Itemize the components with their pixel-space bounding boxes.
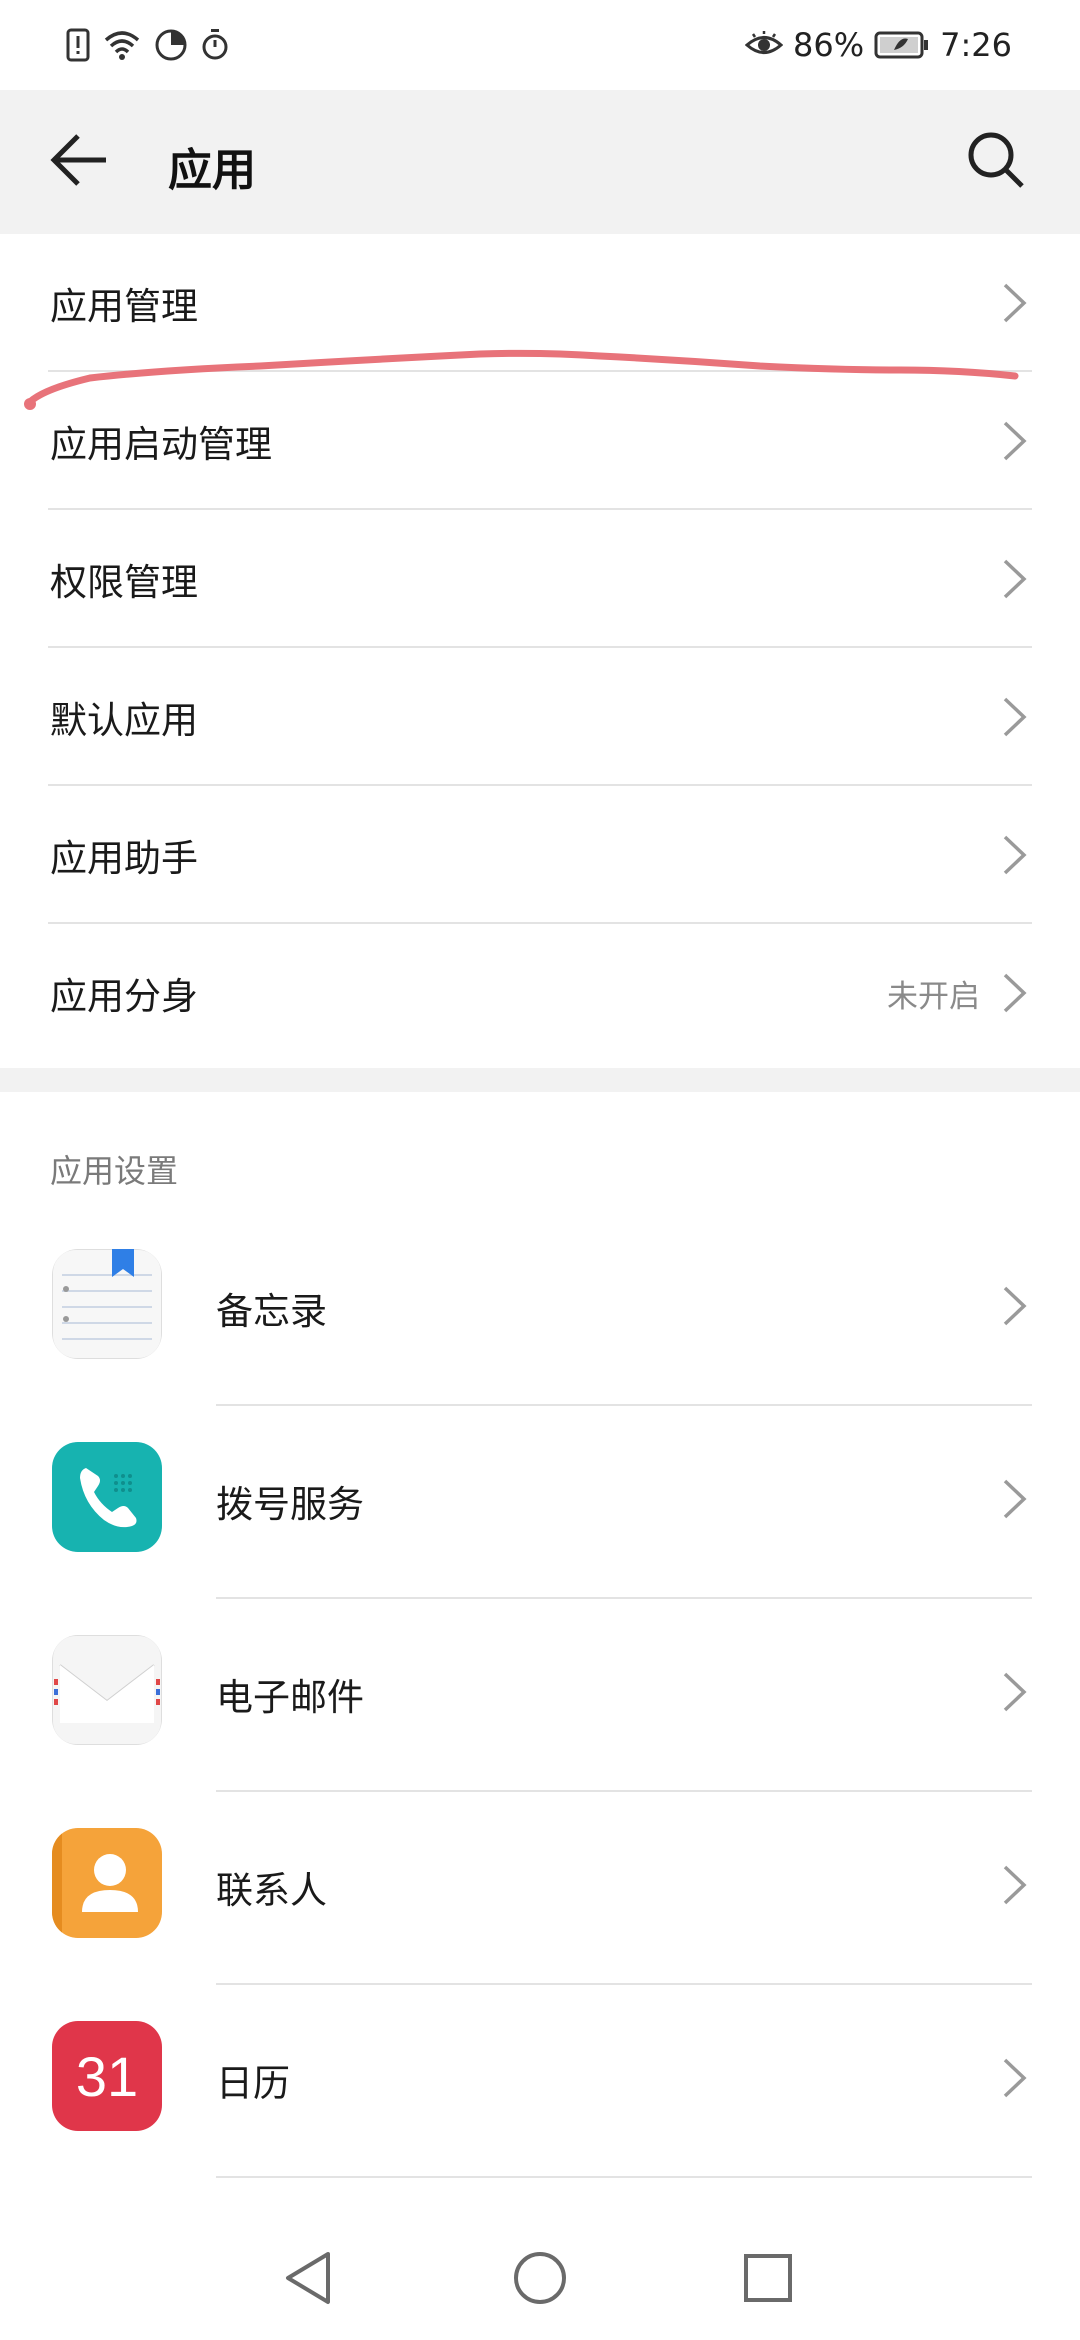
eye-comfort-icon (745, 30, 784, 60)
arrow-left-icon (50, 132, 110, 192)
app-item-contacts[interactable]: 联系人 (0, 1792, 1080, 1985)
nav-back-button[interactable] (270, 2240, 346, 2316)
sim-alert-icon (66, 28, 90, 62)
app-item-label: 电子邮件 (216, 1676, 364, 1719)
chevron-right-icon (1003, 283, 1027, 323)
app-menu-list: 应用管理 应用启动管理 权限管理 默认应用 应用助手 应用分身 未开启 (0, 234, 1080, 1062)
chevron-right-icon (1003, 835, 1027, 875)
wifi-icon (102, 28, 142, 62)
notepad-icon (52, 1249, 162, 1359)
page-title: 应用 (168, 145, 256, 196)
chevron-right-icon (1003, 1865, 1027, 1905)
app-item-label: 拨号服务 (216, 1483, 364, 1526)
clock: 7:26 (940, 26, 1012, 64)
menu-item-label: 应用启动管理 (50, 423, 272, 466)
calendar-date: 31 (75, 2044, 139, 2108)
menu-item-label: 应用管理 (50, 285, 198, 328)
chevron-right-icon (1003, 1672, 1027, 1712)
menu-item-app-assistant[interactable]: 应用助手 (0, 786, 1080, 924)
calendar-icon: 31 (52, 2021, 162, 2131)
app-item-label: 联系人 (216, 1869, 327, 1912)
chevron-right-icon (1003, 697, 1027, 737)
data-saver-icon (154, 28, 188, 62)
app-item-label: 备忘录 (216, 1290, 327, 1333)
chevron-right-icon (1003, 2058, 1027, 2098)
menu-item-default-apps[interactable]: 默认应用 (0, 648, 1080, 786)
status-bar: 86% 7:26 (0, 0, 1080, 90)
menu-item-label: 权限管理 (50, 561, 198, 604)
menu-item-app-management[interactable]: 应用管理 (0, 234, 1080, 372)
phone-icon (52, 1442, 162, 1552)
system-nav-bar (0, 2216, 1080, 2340)
back-button[interactable] (48, 130, 112, 194)
triangle-back-icon (286, 2252, 330, 2304)
menu-item-app-twin[interactable]: 应用分身 未开启 (0, 924, 1080, 1062)
menu-item-app-launch-management[interactable]: 应用启动管理 (0, 372, 1080, 510)
app-item-email[interactable]: 电子邮件 (0, 1599, 1080, 1792)
app-toolbar: 应用 (0, 90, 1080, 234)
app-item-calendar[interactable]: 31 日历 (0, 1985, 1080, 2178)
app-twin-status: 未开启 (887, 978, 980, 1015)
divider (216, 2176, 1032, 2178)
timer-icon (200, 28, 230, 62)
contacts-icon (52, 1828, 162, 1938)
app-settings-list: 备忘录 拨号服务 电子邮件 联系人 31 日历 (0, 1213, 1080, 2178)
menu-item-permission-management[interactable]: 权限管理 (0, 510, 1080, 648)
chevron-right-icon (1003, 1286, 1027, 1326)
menu-item-label: 应用助手 (50, 837, 198, 880)
search-icon (966, 130, 1026, 194)
chevron-right-icon (1003, 973, 1027, 1013)
chevron-right-icon (1003, 421, 1027, 461)
chevron-right-icon (1003, 1479, 1027, 1519)
battery-percent: 86% (793, 26, 865, 64)
app-item-label: 日历 (216, 2062, 290, 2105)
section-header-app-settings: 应用设置 (50, 1152, 179, 1190)
app-item-notepad[interactable]: 备忘录 (0, 1213, 1080, 1406)
section-separator (0, 1068, 1080, 1092)
email-icon (52, 1635, 162, 1745)
battery-icon (874, 30, 930, 60)
chevron-right-icon (1003, 559, 1027, 599)
app-item-dialer[interactable]: 拨号服务 (0, 1406, 1080, 1599)
menu-item-label: 默认应用 (50, 699, 198, 742)
search-button[interactable] (962, 128, 1030, 196)
circle-home-icon (514, 2252, 566, 2304)
square-recents-icon (744, 2254, 792, 2302)
nav-recents-button[interactable] (730, 2240, 806, 2316)
menu-item-label: 应用分身 (50, 975, 198, 1018)
nav-home-button[interactable] (502, 2240, 578, 2316)
